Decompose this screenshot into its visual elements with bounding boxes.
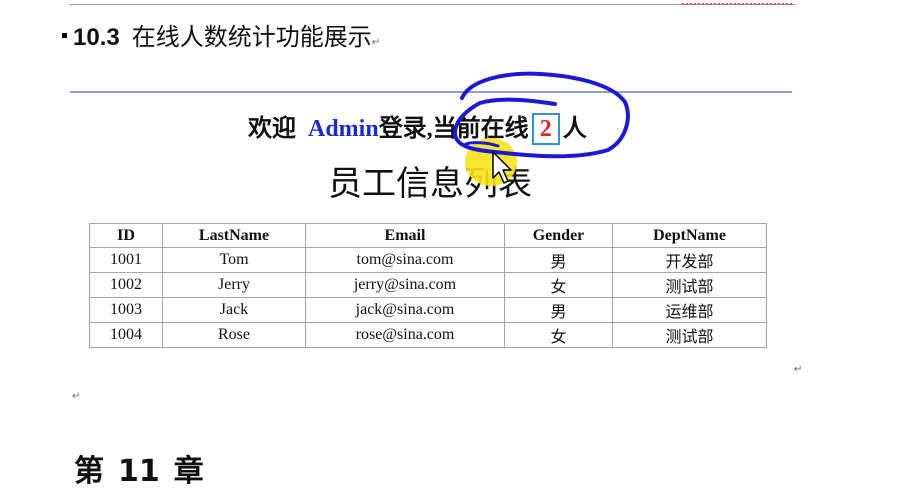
- cell-lastname: Rose: [162, 322, 306, 348]
- welcome-suffix: 人: [562, 116, 587, 142]
- employee-table: ID LastName Email Gender DeptName 1001 T…: [89, 223, 767, 348]
- cursor-highlight: [465, 138, 517, 186]
- chapter-suffix: 章: [173, 454, 204, 489]
- welcome-prefix: 欢迎: [248, 116, 296, 142]
- cell-deptname: 运维部: [612, 297, 767, 323]
- paragraph-mark-icon: ↵: [371, 37, 381, 48]
- cell-gender: 男: [504, 297, 613, 323]
- table-row: 1001 Tom tom@sina.com 男 开发部: [89, 247, 767, 273]
- column-header: Email: [305, 223, 505, 248]
- table-row: 1003 Jack jack@sina.com 男 运维部: [89, 297, 767, 323]
- paragraph-mark-icon: ↵: [72, 391, 81, 402]
- chapter-heading: 第 11 章: [74, 446, 204, 490]
- cell-gender: 男: [504, 247, 613, 273]
- bullet-icon: [62, 32, 67, 38]
- section-number: 10.3: [73, 24, 120, 51]
- column-header: Gender: [504, 223, 613, 248]
- section-heading: 10.3 在线人数统计功能展示↵: [62, 17, 380, 52]
- cell-id: 1001: [89, 247, 163, 273]
- cell-lastname: Tom: [162, 247, 306, 273]
- chapter-number: 11: [118, 454, 160, 489]
- table-row: 1002 Jerry jerry@sina.com 女 测试部: [89, 272, 767, 298]
- user-name: Admin: [308, 116, 379, 142]
- cell-gender: 女: [504, 322, 613, 348]
- cell-id: 1002: [89, 272, 163, 298]
- paragraph-mark-icon: ↵: [794, 364, 803, 375]
- cell-email: tom@sina.com: [305, 247, 505, 273]
- cell-deptname: 开发部: [612, 247, 767, 273]
- chapter-prefix: 第: [74, 454, 104, 489]
- cell-gender: 女: [504, 272, 613, 298]
- cell-id: 1003: [89, 297, 163, 323]
- section-title: 在线人数统计功能展示: [131, 23, 372, 51]
- cell-deptname: 测试部: [612, 272, 767, 298]
- page-divider: [70, 91, 792, 93]
- cell-email: jerry@sina.com: [305, 272, 505, 298]
- table-header-row: ID LastName Email Gender DeptName: [89, 223, 767, 248]
- welcome-line: 欢迎 Admin登录,当前在线 2 人: [248, 108, 587, 145]
- cell-deptname: 测试部: [612, 322, 767, 348]
- cell-email: rose@sina.com: [305, 322, 505, 348]
- welcome-middle: 登录,当前在线: [378, 116, 529, 142]
- table-row: 1004 Rose rose@sina.com 女 测试部: [89, 322, 767, 348]
- cell-lastname: Jerry: [162, 272, 306, 298]
- cell-id: 1004: [89, 322, 163, 348]
- spellcheck-underline: [682, 0, 792, 5]
- column-header: DeptName: [612, 223, 767, 248]
- cell-email: jack@sina.com: [305, 297, 505, 323]
- cell-lastname: Jack: [162, 297, 306, 323]
- column-header: ID: [89, 223, 163, 248]
- page-title: 员工信息列表: [328, 164, 532, 204]
- online-count: 2: [531, 113, 560, 145]
- column-header: LastName: [162, 223, 306, 248]
